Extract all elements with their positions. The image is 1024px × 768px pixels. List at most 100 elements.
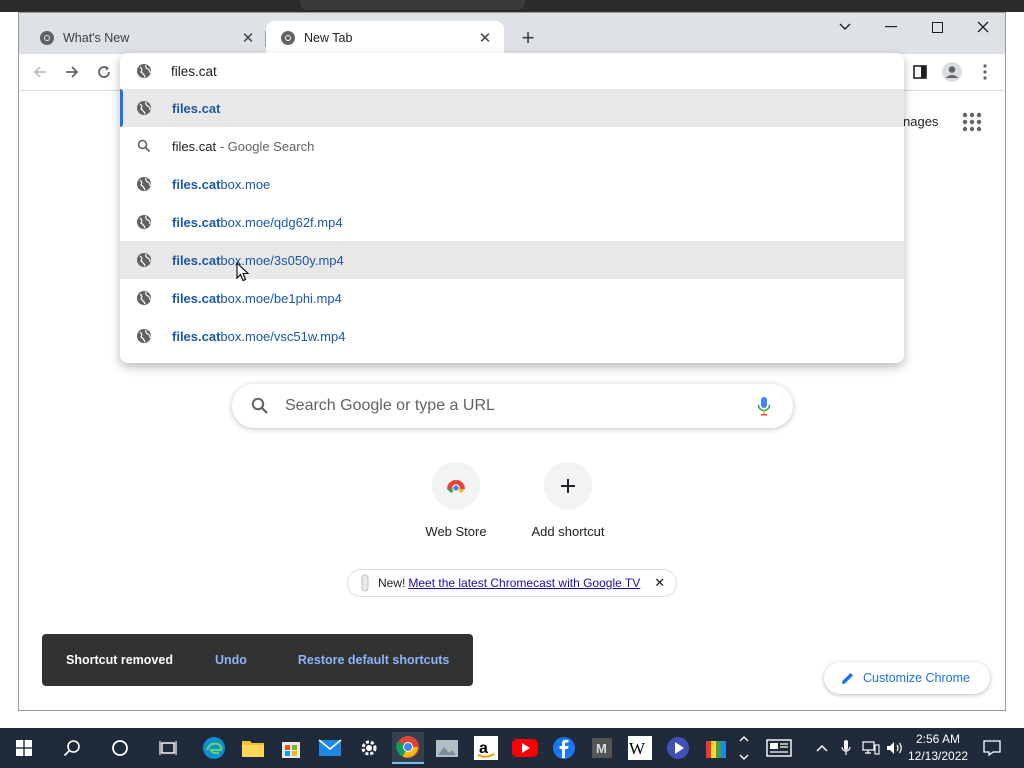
promo-banner: New! Meet the latest Chromecast with Goo… bbox=[347, 569, 677, 597]
suggestion-row[interactable]: files.cat bbox=[120, 89, 904, 127]
suggestion-rest: box.moe/qdg62f.mp4 bbox=[220, 214, 343, 230]
gift-app-icon[interactable] bbox=[700, 732, 732, 764]
pencil-icon bbox=[842, 672, 853, 684]
youtube-icon[interactable] bbox=[509, 732, 541, 764]
globe-icon bbox=[137, 291, 151, 305]
shortcut-web-store[interactable]: Web Store bbox=[400, 462, 512, 539]
globe-icon bbox=[137, 177, 151, 191]
tab-strip: What's New ✕ New Tab ✕ + bbox=[19, 13, 1005, 54]
globe-icon bbox=[137, 329, 151, 343]
network-icon[interactable] bbox=[858, 732, 884, 764]
close-promo-icon[interactable]: ✕ bbox=[654, 575, 665, 591]
google-apps-icon[interactable] bbox=[962, 112, 982, 132]
chrome-favicon-icon bbox=[281, 30, 295, 45]
suggestion-query: files.cat bbox=[172, 138, 217, 154]
address-bar[interactable]: files.cat bbox=[120, 53, 904, 89]
back-arrow-icon[interactable] bbox=[27, 59, 53, 85]
task-view-icon[interactable] bbox=[152, 732, 184, 764]
svg-text:M: M bbox=[596, 741, 607, 756]
address-bar-text: files.cat bbox=[171, 63, 217, 79]
suggestion-match: files.cat bbox=[172, 328, 221, 344]
notifications-icon[interactable] bbox=[976, 732, 1008, 764]
close-tab-icon[interactable]: ✕ bbox=[476, 29, 494, 47]
taskbar-scroll-arrows[interactable] bbox=[736, 732, 752, 764]
volume-icon[interactable] bbox=[882, 732, 908, 764]
promo-prefix: New! bbox=[378, 576, 406, 590]
clock-date[interactable]: 12/13/2022 bbox=[908, 749, 968, 763]
tab-title: New Tab bbox=[304, 30, 353, 45]
chromecast-remote-icon bbox=[361, 574, 369, 592]
media-player-icon[interactable] bbox=[662, 732, 694, 764]
microsoft-store-icon[interactable] bbox=[275, 732, 307, 764]
restore-default-shortcuts-button[interactable]: Restore default shortcuts bbox=[298, 653, 449, 667]
start-windows-icon[interactable] bbox=[8, 732, 40, 764]
suggestion-row[interactable]: files.catbox.moe/vsc51w.mp4 bbox=[120, 317, 904, 355]
shortcut-label: Web Store bbox=[425, 524, 487, 539]
close-tab-icon[interactable]: ✕ bbox=[239, 29, 257, 47]
chrome-web-store-icon bbox=[447, 480, 465, 493]
plus-icon bbox=[561, 479, 575, 493]
tab-whats-new[interactable]: What's New ✕ bbox=[25, 21, 267, 54]
profile-avatar-icon[interactable] bbox=[939, 59, 965, 85]
voice-search-mic-icon[interactable] bbox=[757, 396, 771, 416]
wikipedia-icon[interactable]: W bbox=[624, 732, 656, 764]
suggestion-row[interactable]: files.catbox.moe/qdg62f.mp4 bbox=[120, 203, 904, 241]
add-shortcut-button[interactable]: Add shortcut bbox=[512, 462, 624, 539]
more-menu-icon[interactable] bbox=[972, 59, 998, 85]
microphone-icon[interactable] bbox=[834, 732, 858, 764]
globe-icon bbox=[137, 253, 151, 267]
new-tab-button[interactable]: + bbox=[516, 25, 540, 50]
globe-icon bbox=[137, 101, 151, 115]
desktop-top-strip bbox=[0, 0, 1024, 12]
forward-arrow-icon[interactable] bbox=[59, 59, 85, 85]
shortcut-label: Add shortcut bbox=[531, 524, 605, 539]
windows-taskbar: a M W 2:56 AM 12/13/2022 bbox=[0, 728, 1024, 768]
show-hidden-icons-chevron-icon[interactable] bbox=[808, 732, 836, 764]
suggestion-row-search[interactable]: files.cat - Google Search bbox=[120, 127, 904, 165]
side-panel-icon[interactable] bbox=[907, 59, 933, 85]
mail-icon[interactable] bbox=[314, 732, 346, 764]
web-store-tile bbox=[432, 462, 480, 510]
search-placeholder: Search Google or type a URL bbox=[285, 397, 495, 414]
minimize-button[interactable] bbox=[868, 13, 914, 41]
undo-button[interactable]: Undo bbox=[215, 653, 247, 667]
svg-text:a: a bbox=[479, 740, 488, 757]
omnibox-dropdown: files.cat files.cat files.cat - Google S… bbox=[120, 53, 904, 363]
search-icon[interactable] bbox=[56, 732, 88, 764]
reload-icon[interactable] bbox=[91, 59, 117, 85]
cortana-icon[interactable] bbox=[104, 732, 136, 764]
suggestion-match: files.cat bbox=[172, 100, 221, 116]
tab-title: What's New bbox=[63, 30, 130, 45]
close-window-button[interactable] bbox=[960, 13, 1006, 41]
file-explorer-icon[interactable] bbox=[237, 732, 269, 764]
suggestion-rest: box.moe/vsc51w.mp4 bbox=[220, 328, 346, 344]
suggestion-match: files.cat bbox=[172, 252, 221, 268]
edge-icon[interactable] bbox=[198, 732, 230, 764]
photos-app-icon[interactable] bbox=[431, 732, 463, 764]
svg-text:W: W bbox=[629, 739, 646, 758]
search-icon bbox=[251, 397, 268, 414]
suggestion-row[interactable]: files.catbox.moe bbox=[120, 165, 904, 203]
ntp-search-box[interactable]: Search Google or type a URL bbox=[232, 384, 793, 428]
globe-icon bbox=[137, 215, 151, 229]
customize-chrome-button[interactable]: Customize Chrome bbox=[824, 662, 990, 694]
amazon-icon[interactable]: a bbox=[470, 732, 502, 764]
promo-link[interactable]: Meet the latest Chromecast with Google T… bbox=[408, 576, 640, 590]
suggestion-match: files.cat bbox=[172, 176, 221, 192]
globe-icon bbox=[137, 64, 151, 78]
tab-search-icon[interactable] bbox=[822, 13, 868, 41]
clock-time[interactable]: 2:56 AM bbox=[908, 732, 968, 746]
images-link[interactable]: nages bbox=[903, 114, 938, 129]
chrome-favicon-icon bbox=[40, 30, 54, 45]
tab-new-tab[interactable]: New Tab ✕ bbox=[266, 21, 504, 54]
maximize-button[interactable] bbox=[914, 13, 960, 41]
toast-message: Shortcut removed bbox=[66, 653, 173, 667]
news-widget-icon[interactable] bbox=[763, 732, 795, 764]
chrome-taskbar-icon[interactable] bbox=[392, 732, 424, 764]
suggestion-match: files.cat bbox=[172, 214, 221, 230]
facebook-icon[interactable] bbox=[548, 732, 580, 764]
suggestion-match: files.cat bbox=[172, 290, 221, 306]
settings-gear-icon[interactable] bbox=[353, 732, 385, 764]
suggestion-row[interactable]: files.catbox.moe/be1phi.mp4 bbox=[120, 279, 904, 317]
m-app-icon[interactable]: M bbox=[586, 732, 618, 764]
